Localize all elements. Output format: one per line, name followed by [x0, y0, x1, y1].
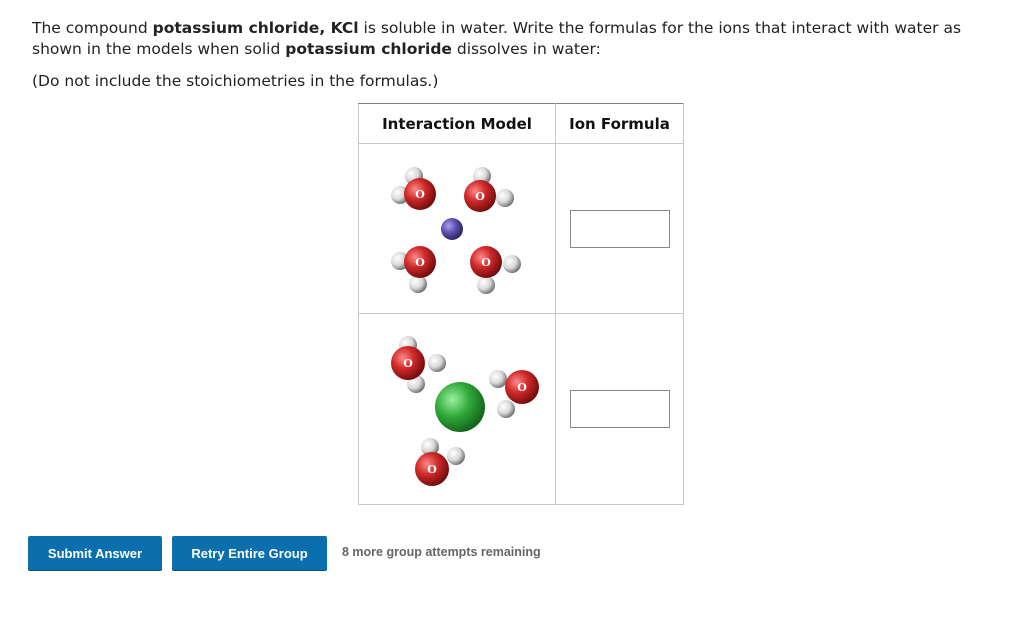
- anion-water-model-image: O O O: [391, 336, 539, 486]
- question-part-3: dissolves in water:: [451, 40, 601, 58]
- table-row: O O O: [358, 313, 684, 505]
- table-header-row: Interaction Model Ion Formula: [358, 103, 684, 144]
- cation-model-cell: O O O O: [358, 143, 556, 314]
- ion-formula-cell-2: [555, 313, 684, 505]
- svg-text:O: O: [517, 381, 527, 394]
- ion-formula-header: Ion Formula: [555, 103, 684, 144]
- attempts-remaining-text: 8 more group attempts remaining: [342, 545, 541, 559]
- cation-formula-input[interactable]: [569, 209, 670, 248]
- compound-name-bold-2: potassium chloride: [285, 40, 452, 58]
- submit-answer-button[interactable]: Submit Answer: [28, 536, 162, 570]
- svg-text:O: O: [481, 256, 491, 269]
- question-part-1: The compound: [32, 19, 153, 37]
- svg-text:O: O: [403, 357, 413, 370]
- cation-sphere: [441, 217, 463, 240]
- retry-entire-group-button[interactable]: Retry Entire Group: [172, 536, 327, 570]
- cation-water-model-image: O O O O: [391, 166, 521, 294]
- anion-formula-input[interactable]: [569, 390, 670, 428]
- svg-text:O: O: [475, 190, 485, 203]
- stoichiometry-note: (Do not include the stoichiometries in t…: [32, 72, 439, 90]
- interaction-model-header: Interaction Model: [358, 103, 556, 144]
- svg-text:O: O: [427, 463, 437, 476]
- table-row: O O O O: [358, 143, 684, 314]
- anion-sphere: [435, 382, 485, 432]
- ion-formula-cell-1: [555, 143, 684, 314]
- interaction-table: Interaction Model Ion Formula O O O O O …: [358, 103, 684, 505]
- anion-model-cell: O O O: [358, 313, 556, 505]
- question-text: The compound potassium chloride, KCl is …: [32, 18, 1002, 60]
- svg-text:O: O: [415, 256, 425, 269]
- oxygen-label: O: [415, 188, 425, 201]
- compound-name-bold: potassium chloride, KCl: [152, 19, 359, 37]
